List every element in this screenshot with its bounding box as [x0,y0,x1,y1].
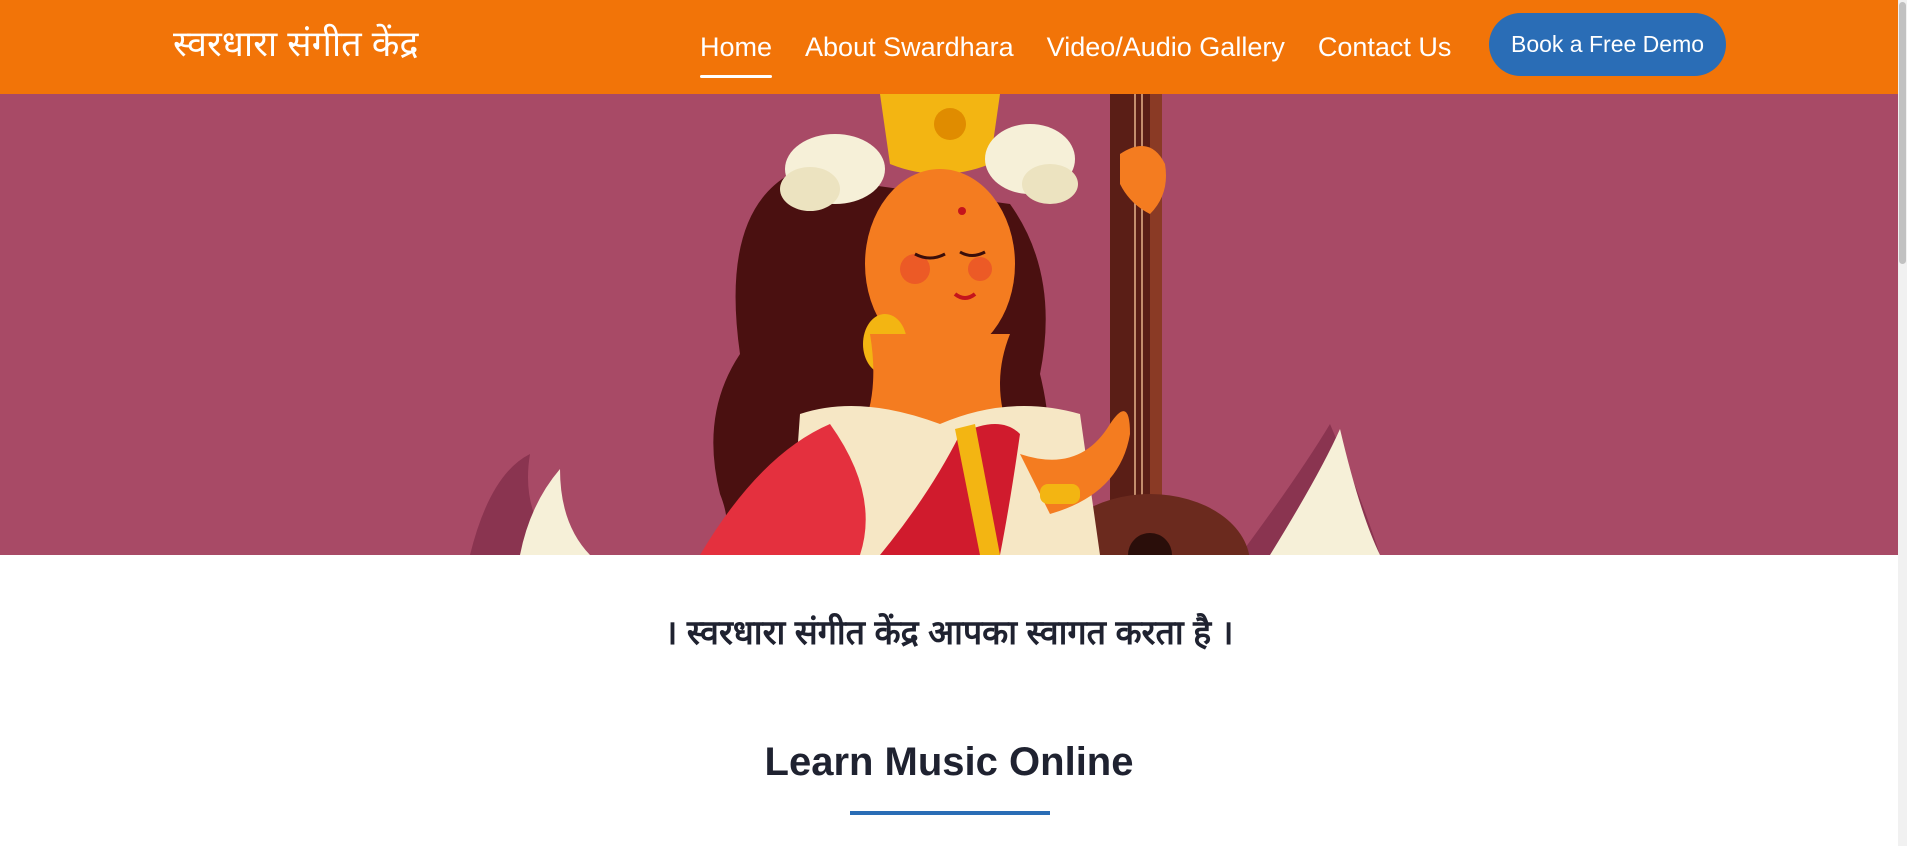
nav-gallery[interactable]: Video/Audio Gallery [1047,30,1285,64]
nav-contact[interactable]: Contact Us [1318,30,1452,64]
nav-about[interactable]: About Swardhara [805,30,1014,64]
hero-banner [0,94,1907,555]
main-nav: Home About Swardhara Video/Audio Gallery… [700,0,1451,94]
page-scrollbar[interactable] [1898,0,1907,846]
welcome-heading: । स्वरधारा संगीत केंद्र आपका स्वागत करता… [664,614,1234,652]
section-title: Learn Music Online [764,740,1134,784]
saraswati-illustration [470,94,1380,555]
book-free-demo-button[interactable]: Book a Free Demo [1489,13,1726,76]
page: स्वरधारा संगीत केंद्र Home About Swardha… [0,0,1907,846]
scrollbar-thumb[interactable] [1899,2,1906,264]
brand-logo-text[interactable]: स्वरधारा संगीत केंद्र [173,22,418,66]
title-underline [850,811,1050,815]
nav-home[interactable]: Home [700,30,773,78]
site-header: स्वरधारा संगीत केंद्र Home About Swardha… [0,0,1907,94]
